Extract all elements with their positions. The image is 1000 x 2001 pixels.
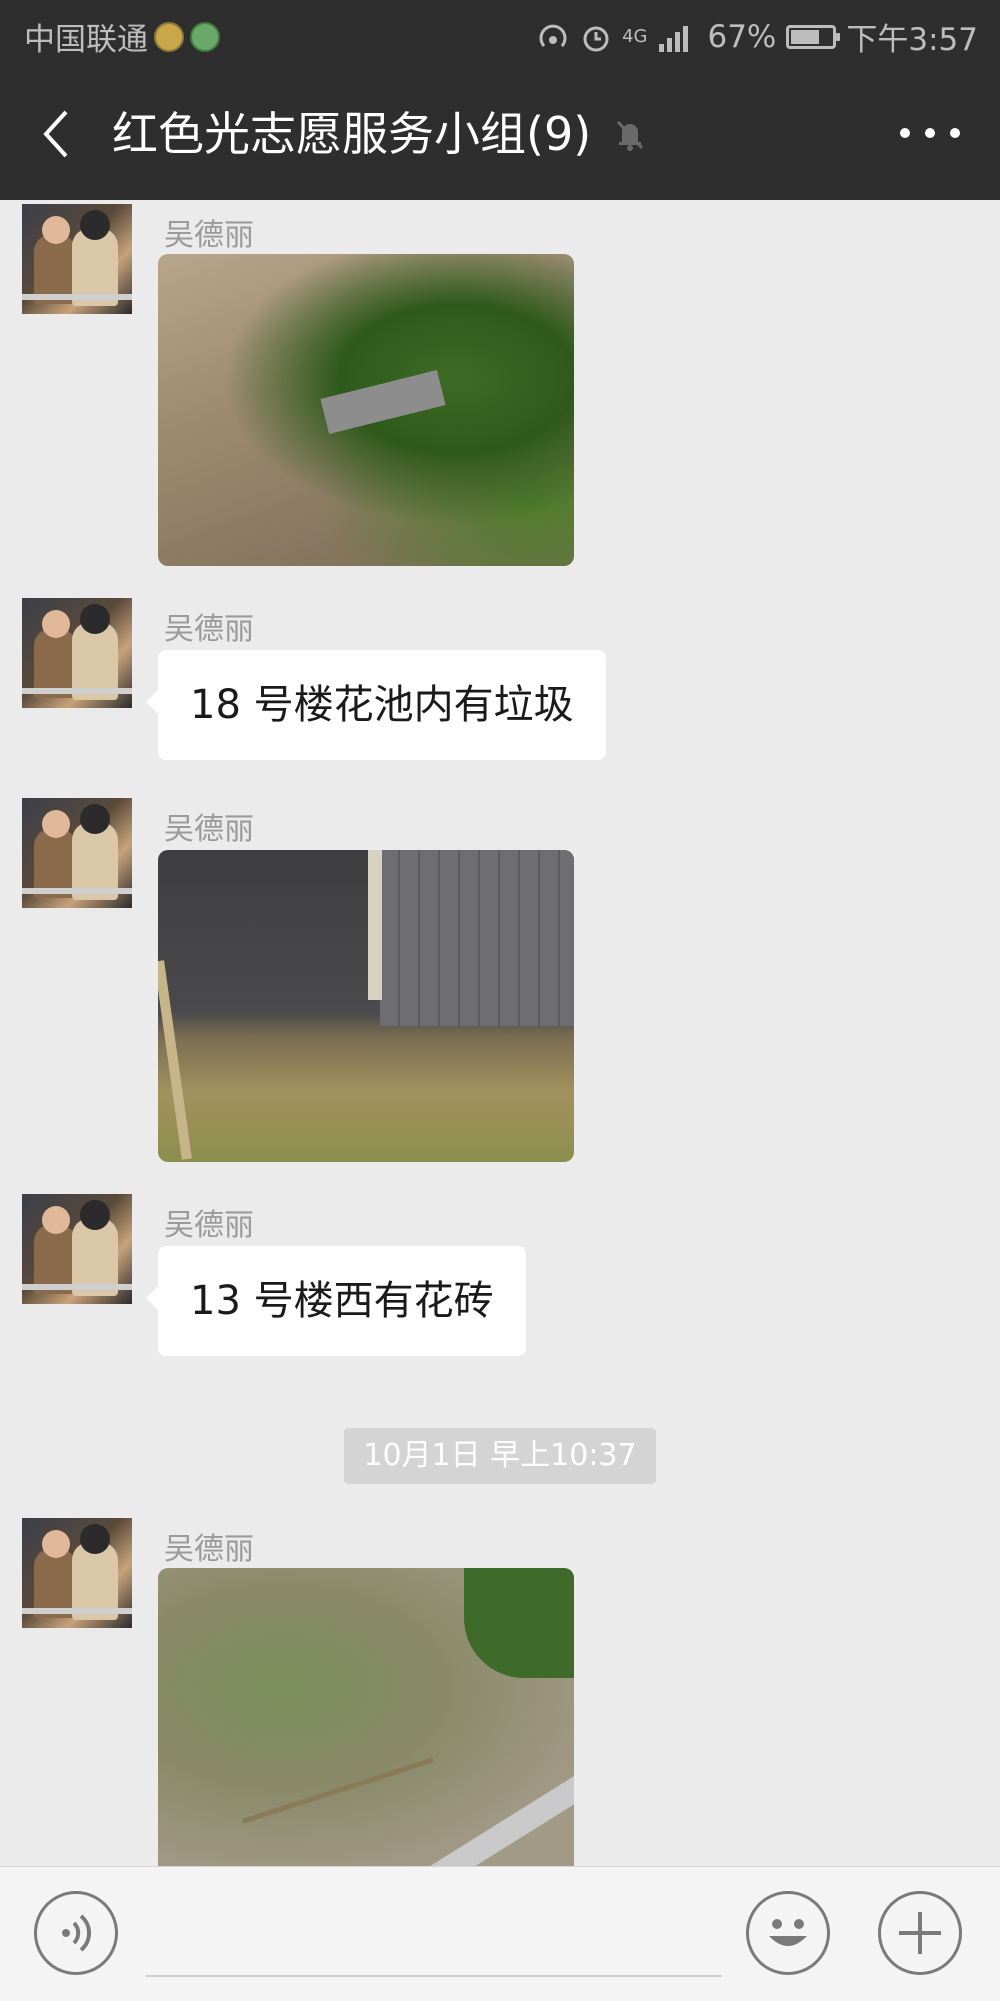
- app-notification-icon: [190, 21, 220, 52]
- avatar[interactable]: [22, 1518, 132, 1628]
- mail-notification-icon: [154, 21, 184, 52]
- emoji-icon: [769, 1919, 807, 1946]
- status-bar: 中国联通 4G 67% 下午3:57: [0, 0, 1000, 68]
- network-type: 4G: [622, 25, 648, 47]
- wifi-hotspot-icon: [539, 24, 567, 47]
- time-divider: 10月1日 早上10:37: [344, 1428, 656, 1484]
- battery-percentage: 67%: [707, 18, 777, 55]
- back-arrow-icon[interactable]: [36, 106, 76, 162]
- sender-name: 吴德丽: [164, 1532, 254, 1567]
- text-message-bubble[interactable]: 18 号楼花池内有垃圾: [146, 650, 606, 760]
- voice-button[interactable]: [34, 1891, 118, 1975]
- image-message[interactable]: [158, 850, 574, 1162]
- chat-header: 红色光志愿服务小组(9): [0, 68, 1000, 200]
- sender-name: 吴德丽: [164, 612, 254, 647]
- plus-icon: [899, 1912, 941, 1954]
- image-message[interactable]: [158, 254, 574, 566]
- sender-name: 吴德丽: [164, 1208, 254, 1243]
- input-bar: [0, 1866, 1000, 2001]
- avatar[interactable]: [22, 204, 132, 314]
- carrier-name: 中国联通: [24, 22, 148, 58]
- sender-name: 吴德丽: [164, 812, 254, 847]
- battery-icon: [786, 24, 841, 49]
- image-message[interactable]: [158, 1568, 574, 1866]
- clock: 下午3:57: [846, 22, 978, 58]
- emoji-button[interactable]: [746, 1891, 830, 1975]
- chat-title: 红色光志愿服务小组(9): [112, 107, 592, 161]
- text-message-bubble[interactable]: 13 号楼西有花砖: [146, 1246, 526, 1356]
- voice-icon: [62, 1914, 92, 1952]
- message-input[interactable]: [146, 1897, 722, 1977]
- avatar[interactable]: [22, 598, 132, 708]
- avatar[interactable]: [22, 1194, 132, 1304]
- avatar[interactable]: [22, 798, 132, 908]
- alarm-icon: [583, 26, 609, 51]
- signal-icon: [659, 25, 689, 52]
- more-options-icon[interactable]: [900, 118, 960, 148]
- sender-name: 吴德丽: [164, 218, 254, 253]
- more-functions-button[interactable]: [878, 1891, 962, 1975]
- muted-bell-icon: [616, 120, 644, 151]
